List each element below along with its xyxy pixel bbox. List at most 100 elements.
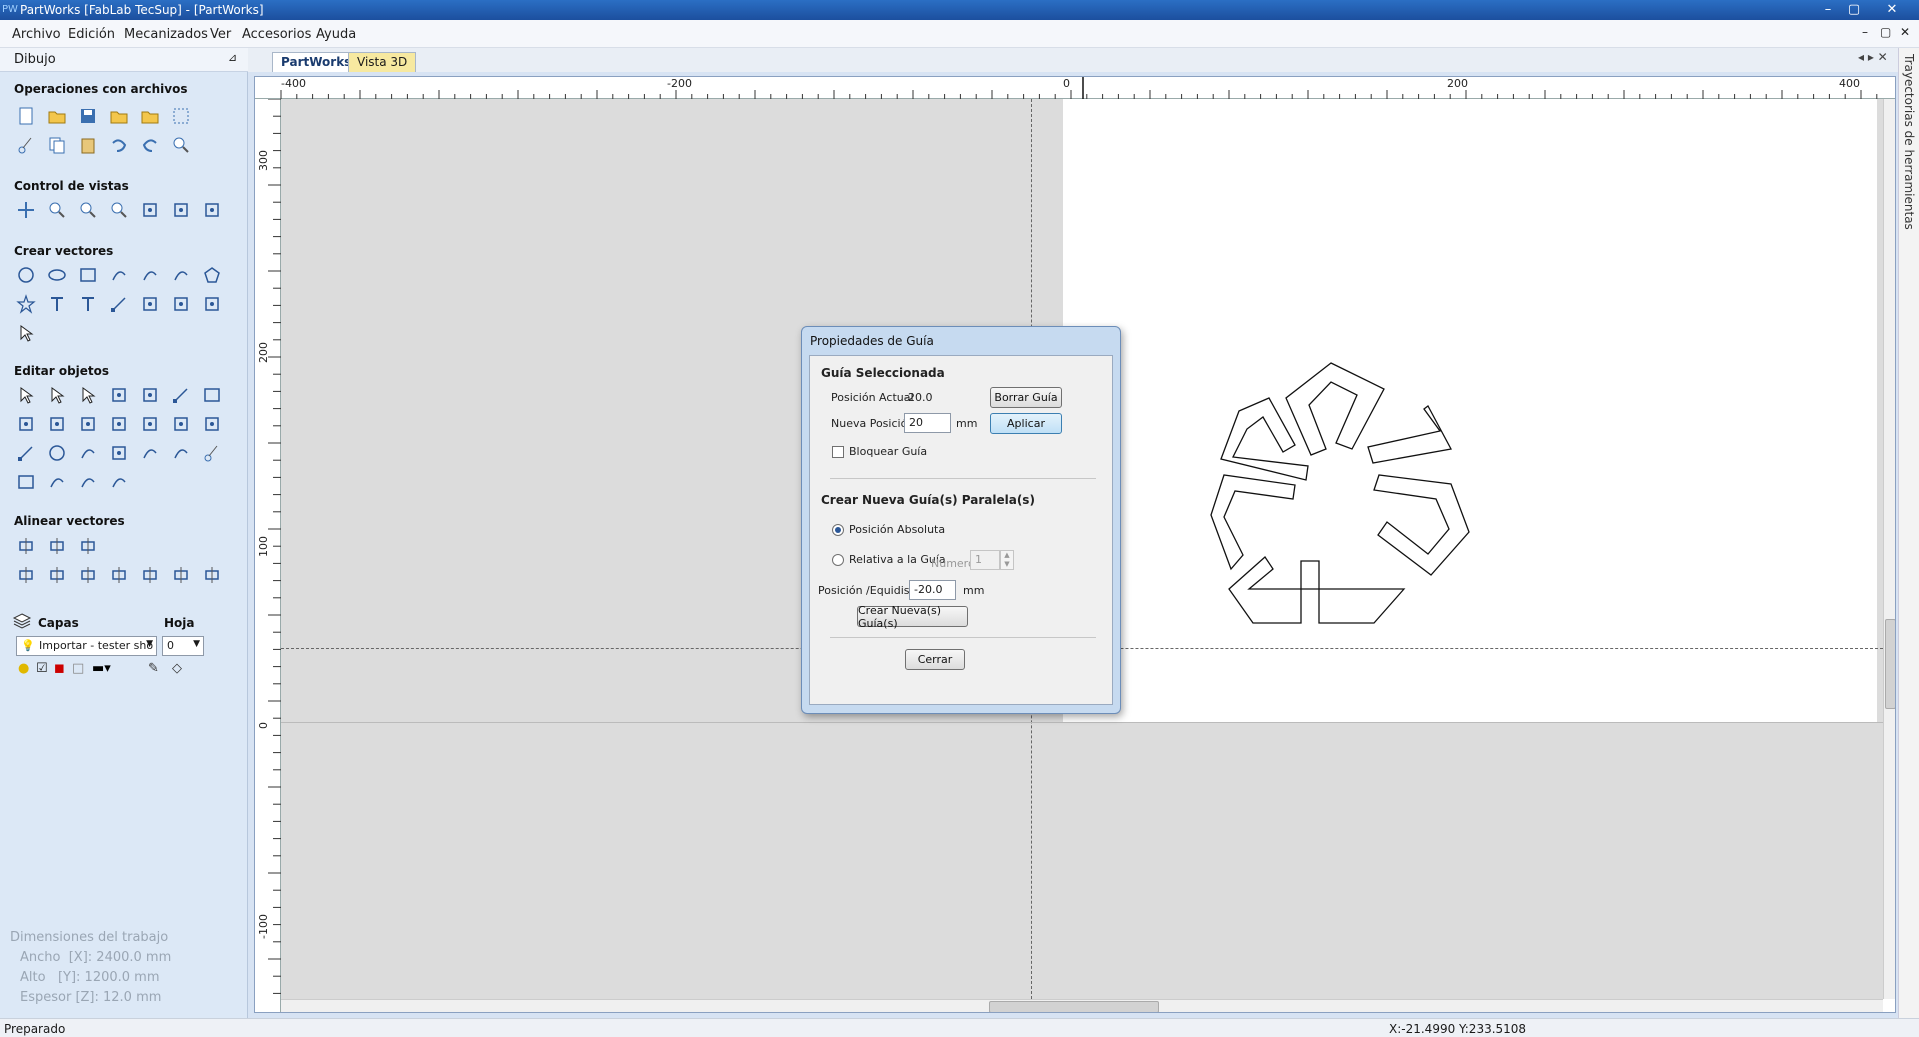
curve-icon[interactable]	[169, 263, 193, 287]
lock-icon[interactable]: ◼	[54, 661, 65, 676]
node-icon[interactable]	[169, 383, 193, 407]
folder-icon[interactable]	[107, 104, 131, 128]
curve-icon[interactable]	[107, 263, 131, 287]
curve-icon[interactable]	[76, 470, 100, 494]
circle-icon[interactable]	[45, 441, 69, 465]
tool-icon[interactable]	[169, 292, 193, 316]
open-file-icon[interactable]	[45, 104, 69, 128]
cut-icon[interactable]	[14, 133, 38, 157]
tool-icon[interactable]	[169, 198, 193, 222]
child-minimize-button[interactable]: –	[1862, 25, 1868, 39]
close-dialog-button[interactable]: Cerrar	[905, 649, 965, 670]
position-spacing-input[interactable]: -20.0	[909, 580, 956, 600]
tool-icon[interactable]	[76, 412, 100, 436]
menu-archivo[interactable]: Archivo	[12, 27, 61, 42]
arrow-icon[interactable]	[14, 321, 38, 345]
align-icon[interactable]	[200, 563, 224, 587]
new-file-icon[interactable]	[14, 104, 38, 128]
toolpaths-panel-tab[interactable]: Trayectorias de herramientas	[1898, 48, 1919, 1018]
align-icon[interactable]	[45, 563, 69, 587]
align-icon[interactable]	[45, 534, 69, 558]
tool-icon[interactable]	[138, 383, 162, 407]
node-icon[interactable]	[14, 441, 38, 465]
text-icon[interactable]	[76, 292, 100, 316]
delete-guide-button[interactable]: Borrar Guía	[990, 387, 1062, 408]
align-icon[interactable]	[14, 563, 38, 587]
align-icon[interactable]	[138, 563, 162, 587]
rectangle-icon[interactable]	[14, 470, 38, 494]
apply-button[interactable]: Aplicar	[990, 413, 1062, 434]
number-input[interactable]: 1	[970, 550, 1000, 570]
menu-mecanizados[interactable]: Mecanizados	[124, 27, 208, 42]
line-color-dropdown[interactable]: ▬▾	[92, 661, 111, 676]
sheet-dropdown[interactable]: 0 ▼	[162, 636, 204, 656]
save-icon[interactable]	[76, 104, 100, 128]
tool-icon[interactable]	[200, 198, 224, 222]
rectangle-icon[interactable]	[76, 263, 100, 287]
curve-icon[interactable]	[138, 263, 162, 287]
zoom-icon[interactable]	[45, 198, 69, 222]
layer-color-swatch[interactable]: □	[72, 661, 84, 676]
align-icon[interactable]	[76, 534, 100, 558]
absolute-position-radio[interactable]	[832, 524, 844, 536]
horizontal-scroll-thumb[interactable]	[989, 1001, 1159, 1012]
menu-accesorios[interactable]: Accesorios	[242, 27, 311, 42]
menu-edicion[interactable]: Edición	[68, 27, 115, 42]
zoom-icon[interactable]	[107, 198, 131, 222]
layer-properties-icon[interactable]: ✎	[148, 661, 159, 676]
tool-icon[interactable]	[138, 292, 162, 316]
ellipse-icon[interactable]	[45, 263, 69, 287]
curve-icon[interactable]	[107, 470, 131, 494]
minimize-button[interactable]: –	[1816, 0, 1840, 20]
tool-icon[interactable]	[169, 412, 193, 436]
tool-icon[interactable]	[138, 198, 162, 222]
arrow-icon[interactable]	[14, 383, 38, 407]
number-spinner[interactable]: ▲ ▼	[1000, 550, 1014, 570]
tool-icon[interactable]	[107, 441, 131, 465]
menu-ayuda[interactable]: Ayuda	[316, 27, 356, 42]
curve-icon[interactable]	[138, 441, 162, 465]
tool-icon[interactable]	[14, 412, 38, 436]
arrow-icon[interactable]	[76, 383, 100, 407]
align-icon[interactable]	[169, 563, 193, 587]
child-restore-button[interactable]: ▢	[1880, 25, 1891, 39]
align-icon[interactable]	[107, 563, 131, 587]
zoom-icon[interactable]	[76, 198, 100, 222]
tool-icon[interactable]	[200, 412, 224, 436]
polygon-icon[interactable]	[200, 263, 224, 287]
child-close-button[interactable]: ✕	[1900, 25, 1910, 39]
new-position-input[interactable]: 20	[904, 413, 951, 433]
select-all-icon[interactable]	[169, 104, 193, 128]
curve-icon[interactable]	[169, 441, 193, 465]
tab-vista-3d[interactable]: Vista 3D	[348, 52, 417, 72]
layer-eraser-icon[interactable]: ◇	[172, 661, 182, 676]
curve-icon[interactable]	[76, 441, 100, 465]
star-icon[interactable]	[14, 292, 38, 316]
tool-icon[interactable]	[138, 412, 162, 436]
copy-icon[interactable]	[45, 133, 69, 157]
horizontal-scrollbar[interactable]	[281, 999, 1883, 1012]
tool-icon[interactable]	[107, 412, 131, 436]
circle-icon[interactable]	[14, 263, 38, 287]
cut-icon[interactable]	[200, 441, 224, 465]
tool-icon[interactable]	[107, 383, 131, 407]
tool-icon[interactable]	[200, 292, 224, 316]
tab-navigation[interactable]: ◂ ▸ ✕	[1858, 50, 1888, 64]
redo-icon[interactable]	[138, 133, 162, 157]
pan-icon[interactable]	[14, 198, 38, 222]
tool-icon[interactable]	[45, 412, 69, 436]
arrow-icon[interactable]	[45, 383, 69, 407]
lock-guide-checkbox[interactable]	[832, 446, 844, 458]
lightbulb-icon[interactable]: ●	[18, 661, 29, 676]
align-icon[interactable]	[14, 534, 38, 558]
relative-guide-radio[interactable]	[832, 554, 844, 566]
zoom-icon[interactable]	[169, 133, 193, 157]
undo-icon[interactable]	[107, 133, 131, 157]
maximize-button[interactable]: ▢	[1842, 0, 1866, 20]
curve-icon[interactable]	[45, 470, 69, 494]
vertical-scroll-thumb[interactable]	[1885, 619, 1895, 709]
open-file-icon[interactable]	[138, 104, 162, 128]
close-button[interactable]: ✕	[1880, 0, 1904, 20]
align-icon[interactable]	[76, 563, 100, 587]
node-icon[interactable]	[107, 292, 131, 316]
